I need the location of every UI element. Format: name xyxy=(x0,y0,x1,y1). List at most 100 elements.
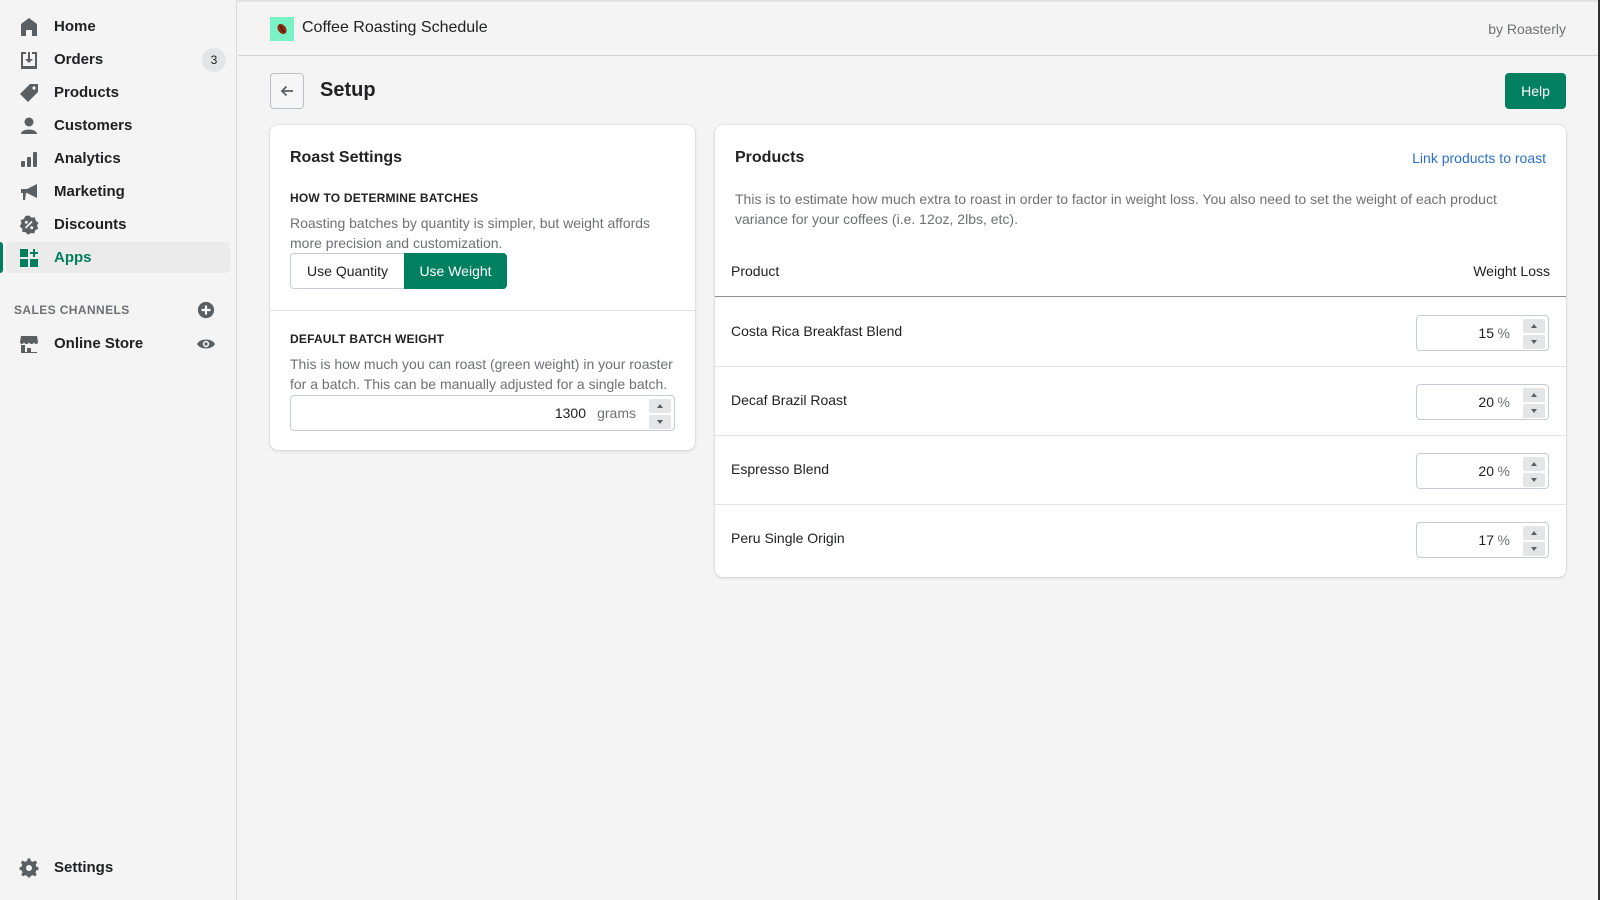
coffee-bean-icon xyxy=(277,23,287,35)
card-title: Roast Settings xyxy=(290,149,403,166)
decrement-button[interactable] xyxy=(1523,335,1545,349)
app-logo xyxy=(270,17,294,41)
sidebar-item-online-store[interactable]: Online Store xyxy=(6,328,230,359)
batches-help-text: Roasting batches by quantity is simpler,… xyxy=(290,215,651,251)
person-icon xyxy=(21,117,37,134)
percent-unit: % xyxy=(1497,325,1510,341)
percent-unit: % xyxy=(1497,532,1510,548)
use-quantity-button[interactable]: Use Quantity xyxy=(290,253,404,289)
sidebar-item-orders[interactable]: Orders 3 xyxy=(6,44,230,75)
app-header: Coffee Roasting Schedule by Roasterly xyxy=(238,2,1598,56)
link-products-to-roast-link[interactable]: Link products to roast xyxy=(1412,150,1546,166)
discount-icon xyxy=(19,215,39,235)
help-button[interactable]: Help xyxy=(1505,73,1566,109)
sidebar-item-label: Customers xyxy=(54,117,133,134)
decrement-button[interactable] xyxy=(1523,473,1545,487)
view-store-eye-icon[interactable] xyxy=(196,334,216,354)
product-name: Espresso Blend xyxy=(731,461,830,477)
weight-loss-input[interactable]: 20% xyxy=(1416,384,1549,420)
store-icon xyxy=(20,336,38,353)
sidebar-item-marketing[interactable]: Marketing xyxy=(6,176,230,207)
caret-down-icon xyxy=(1531,478,1537,482)
sales-channels-heading: SALES CHANNELS xyxy=(14,303,130,317)
table-row: Espresso Blend 20% xyxy=(715,436,1566,505)
batch-weight-value: 1300 xyxy=(554,405,586,421)
orders-icon xyxy=(21,52,37,69)
batches-heading: HOW TO DETERMINE BATCHES xyxy=(290,191,479,205)
batch-method-toggle: Use Quantity Use Weight xyxy=(290,253,507,289)
table-header xyxy=(715,255,1566,297)
percent-unit: % xyxy=(1497,394,1510,410)
batch-weight-help-text: This is how much you can roast (green we… xyxy=(290,356,673,392)
increment-button[interactable] xyxy=(1523,388,1545,402)
weight-loss-input[interactable]: 20% xyxy=(1416,453,1549,489)
percent-unit: % xyxy=(1497,463,1510,479)
roast-settings-card: Roast Settings HOW TO DETERMINE BATCHES … xyxy=(270,125,695,450)
sidebar-item-label: Orders xyxy=(54,51,104,68)
batch-weight-unit: grams xyxy=(597,405,636,421)
decrement-button[interactable] xyxy=(649,415,671,429)
caret-up-icon xyxy=(1531,531,1537,535)
sidebar-item-discounts[interactable]: Discounts xyxy=(6,209,230,240)
caret-down-icon xyxy=(657,420,663,424)
caret-down-icon xyxy=(1531,409,1537,413)
gear-icon xyxy=(19,858,39,878)
sidebar-item-label: Settings xyxy=(54,859,114,876)
column-header-product: Product xyxy=(731,263,780,279)
increment-button[interactable] xyxy=(1523,526,1545,540)
sidebar-item-customers[interactable]: Customers xyxy=(6,110,230,141)
table-row: Decaf Brazil Roast 20% xyxy=(715,367,1566,436)
sidebar-item-label: Products xyxy=(54,84,120,101)
batch-weight-input[interactable]: 1300 grams xyxy=(290,395,675,431)
sidebar-item-analytics[interactable]: Analytics xyxy=(6,143,230,174)
sidebar: Home Orders 3 Products Customers Analyti… xyxy=(0,0,237,900)
bar-chart-icon xyxy=(21,152,37,167)
sidebar-item-products[interactable]: Products xyxy=(6,77,230,108)
caret-up-icon xyxy=(657,404,663,408)
sidebar-item-label: Home xyxy=(54,18,96,35)
sidebar-item-label: Discounts xyxy=(54,216,127,233)
page-title: Setup xyxy=(320,79,376,101)
sidebar-item-settings[interactable]: Settings xyxy=(6,852,230,883)
batch-weight-heading: DEFAULT BATCH WEIGHT xyxy=(290,332,445,346)
product-name: Peru Single Origin xyxy=(731,530,845,546)
column-header-weight-loss: Weight Loss xyxy=(1473,263,1550,279)
caret-down-icon xyxy=(1531,547,1537,551)
back-button[interactable] xyxy=(270,73,304,109)
caret-up-icon xyxy=(1531,462,1537,466)
app-title: Coffee Roasting Schedule xyxy=(302,19,488,36)
product-name: Decaf Brazil Roast xyxy=(731,392,847,408)
megaphone-icon xyxy=(21,184,37,200)
weight-loss-input[interactable]: 17% xyxy=(1416,522,1549,558)
table-row: Costa Rica Breakfast Blend 15% xyxy=(715,298,1566,367)
apps-icon xyxy=(20,249,38,267)
caret-up-icon xyxy=(1531,324,1537,328)
home-icon xyxy=(21,18,37,36)
sidebar-item-label: Apps xyxy=(54,249,92,266)
sidebar-item-label: Marketing xyxy=(54,183,125,200)
decrement-button[interactable] xyxy=(1523,404,1545,418)
sidebar-item-home[interactable]: Home xyxy=(6,11,230,42)
section-divider xyxy=(270,310,695,311)
sidebar-item-apps[interactable]: Apps xyxy=(0,242,230,273)
sidebar-item-label: Online Store xyxy=(54,335,144,352)
products-help-text: This is to estimate how much extra to ro… xyxy=(735,191,1497,227)
product-name: Costa Rica Breakfast Blend xyxy=(731,323,903,339)
increment-button[interactable] xyxy=(1523,457,1545,471)
weight-loss-input[interactable]: 15% xyxy=(1416,315,1549,351)
tag-icon xyxy=(20,84,38,102)
increment-button[interactable] xyxy=(649,399,671,413)
weight-loss-value: 20 xyxy=(1478,463,1494,479)
active-indicator xyxy=(0,242,3,273)
caret-down-icon xyxy=(1531,340,1537,344)
app-developer: by Roasterly xyxy=(1488,21,1566,37)
table-row: Peru Single Origin 17% xyxy=(715,505,1566,574)
use-weight-button[interactable]: Use Weight xyxy=(404,253,507,289)
decrement-button[interactable] xyxy=(1523,542,1545,556)
weight-loss-value: 15 xyxy=(1478,325,1494,341)
add-sales-channel-icon[interactable] xyxy=(197,301,215,319)
increment-button[interactable] xyxy=(1523,319,1545,333)
products-card: Products Link products to roast This is … xyxy=(715,125,1566,577)
caret-up-icon xyxy=(1531,393,1537,397)
weight-loss-value: 17 xyxy=(1478,532,1494,548)
